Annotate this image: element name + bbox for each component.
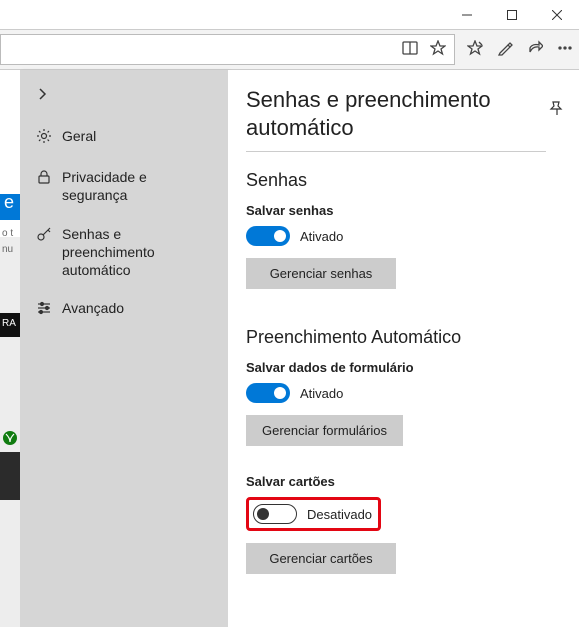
manage-forms-button[interactable]: Gerenciar formulários [246,415,403,446]
bg-text-2: nu [2,244,13,255]
save-formdata-label: Salvar dados de formulário [246,360,561,375]
cards-toggle-highlight: Desativado [246,497,381,531]
share-icon[interactable] [527,40,543,59]
section-autofill: Preenchimento Automático Salvar dados de… [246,327,561,584]
back-button[interactable] [30,84,218,117]
pin-button[interactable] [549,100,565,119]
save-cards-toggle[interactable] [253,504,297,524]
save-cards-label: Salvar cartões [246,474,561,489]
save-passwords-label: Salvar senhas [246,203,561,218]
bg-black-box: RA [0,313,20,337]
sidebar-item-label: Avançado [62,299,124,317]
window-titlebar [0,0,579,30]
sidebar-item-privacy[interactable]: Privacidade e segurança [30,158,218,214]
sidebar-item-label: Geral [62,127,96,145]
key-icon [36,225,52,246]
favorites-hub-icon[interactable] [467,40,483,59]
bg-black-label: RA [2,318,16,329]
save-formdata-state: Ativado [300,386,343,401]
background-page-strip: e o t nu RA [0,70,20,627]
maximize-button[interactable] [489,0,534,30]
address-bar[interactable] [0,34,455,65]
bg-edge-logo-letter: e [4,192,14,213]
browser-toolbar [0,30,579,70]
gear-icon [36,127,52,148]
section-passwords: Senhas Salvar senhas Ativado Gerenciar s… [246,170,561,317]
save-formdata-toggle-row: Ativado [246,383,561,403]
sidebar-item-label: Senhas e preenchimento automático [62,225,212,280]
minimize-button[interactable] [444,0,489,30]
sidebar-item-advanced[interactable]: Avançado [30,289,218,330]
sidebar-item-label: Privacidade e segurança [62,168,212,204]
settings-sidebar: Geral Privacidade e segurança Senhas e p… [20,70,228,627]
close-button[interactable] [534,0,579,30]
bg-image-block [0,452,20,500]
more-icon[interactable] [557,40,573,59]
save-passwords-toggle-row: Ativado [246,226,561,246]
section-heading-passwords: Senhas [246,170,561,191]
bg-text-1: o t [2,228,13,239]
save-cards-state: Desativado [307,507,372,522]
favorite-star-icon[interactable] [430,40,446,59]
sidebar-item-passwords-autofill[interactable]: Senhas e preenchimento automático [30,215,218,290]
page-title: Senhas e preenchimento automático [246,86,546,152]
manage-cards-button[interactable]: Gerenciar cartões [246,543,396,574]
reading-view-icon[interactable] [402,40,418,59]
lock-icon [36,168,52,189]
settings-panel: Senhas e preenchimento automático Senhas… [228,70,579,627]
sliders-icon [36,299,52,320]
section-heading-autofill: Preenchimento Automático [246,327,561,348]
notes-icon[interactable] [497,40,513,59]
manage-passwords-button[interactable]: Gerenciar senhas [246,258,396,289]
save-passwords-state: Ativado [300,229,343,244]
save-passwords-toggle[interactable] [246,226,290,246]
save-formdata-toggle[interactable] [246,383,290,403]
toolbar-actions [461,30,579,69]
sidebar-item-general[interactable]: Geral [30,117,218,158]
main-area: e o t nu RA Geral Privacidade e seguranç… [0,70,579,627]
xbox-logo-icon [2,430,18,446]
